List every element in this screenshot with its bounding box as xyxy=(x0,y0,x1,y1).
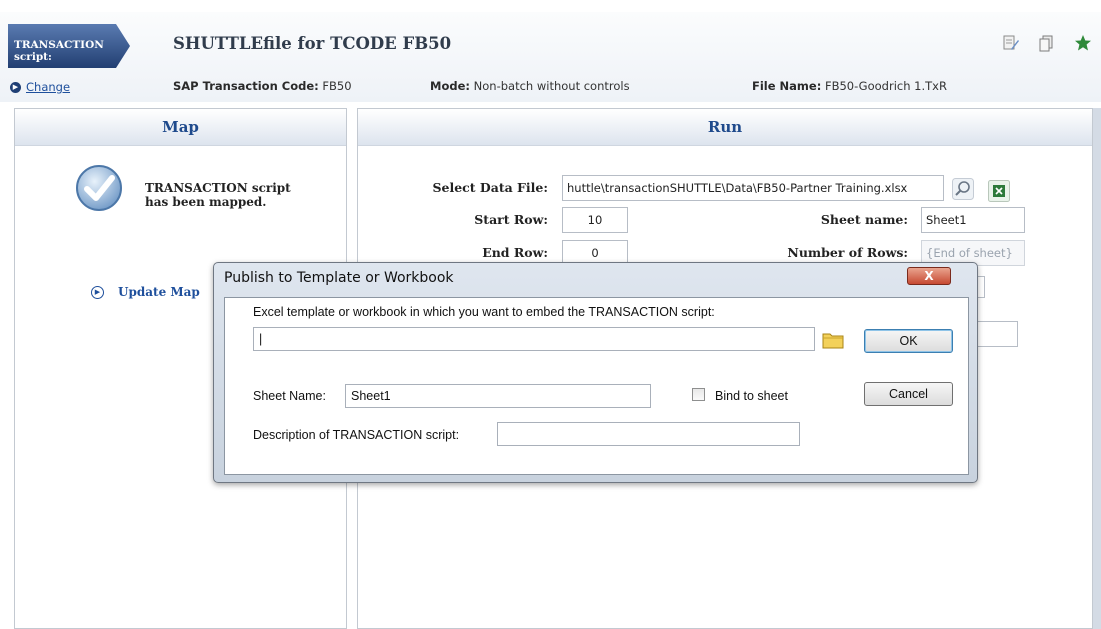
ok-button[interactable]: OK xyxy=(864,329,953,353)
start-row-input[interactable]: 10 xyxy=(562,207,628,233)
change-link[interactable]: Change xyxy=(26,80,70,94)
change-control[interactable]: ▶ Change xyxy=(10,77,70,97)
play-bullet-icon: ▶ xyxy=(10,81,21,93)
excel-icon[interactable] xyxy=(988,180,1010,202)
dialog-body: Excel template or workbook in which you … xyxy=(224,297,969,475)
excel-path-input[interactable]: | xyxy=(253,327,815,351)
update-map-link[interactable]: ▶ Update Map xyxy=(91,285,200,299)
description-label: Description of TRANSACTION script: xyxy=(253,428,460,442)
tcode-info: SAP Transaction Code: FB50 xyxy=(173,79,352,93)
publish-dialog: Publish to Template or Workbook X Excel … xyxy=(213,262,978,483)
copy-icon[interactable] xyxy=(1038,34,1056,52)
header-toolbar xyxy=(1002,34,1092,52)
map-panel-title: Map xyxy=(15,109,346,146)
sheet-name-input[interactable]: Sheet1 xyxy=(921,207,1025,233)
folder-icon[interactable] xyxy=(822,331,844,349)
tcode-label: SAP Transaction Code: xyxy=(173,79,319,93)
sheet-name-label: Sheet Name: xyxy=(253,389,326,403)
star-icon[interactable] xyxy=(1074,34,1092,52)
circle-arrow-icon: ▶ xyxy=(91,285,104,299)
bind-to-sheet-checkbox[interactable] xyxy=(692,388,705,401)
script-tab[interactable]: TRANSACTION script: xyxy=(8,24,130,68)
mode-label: Mode: xyxy=(430,79,470,93)
mode-info: Mode: Non-batch without controls xyxy=(430,79,630,93)
checkmark-icon xyxy=(76,165,122,211)
end-row-label: End Row: xyxy=(482,245,548,260)
select-data-file-label: Select Data File: xyxy=(432,180,548,195)
page-title: SHUTTLEfile for TCODE FB50 xyxy=(173,34,452,53)
description-input[interactable] xyxy=(497,422,800,446)
mapped-status-line2: has been mapped. xyxy=(145,195,267,209)
start-row-label: Start Row: xyxy=(474,212,548,227)
bind-to-sheet-label: Bind to sheet xyxy=(715,389,788,403)
tcode-value: FB50 xyxy=(322,79,352,93)
data-file-input[interactable]: huttle\transactionSHUTTLE\Data\FB50-Part… xyxy=(562,175,944,201)
top-border xyxy=(0,0,1101,12)
update-map-label: Update Map xyxy=(118,285,200,299)
cancel-button[interactable]: Cancel xyxy=(864,382,953,406)
number-of-rows-label: Number of Rows: xyxy=(787,245,908,260)
sheet-name-label: Sheet name: xyxy=(820,212,908,227)
mode-value: Non-batch without controls xyxy=(473,79,630,93)
mapped-status: TRANSACTION script has been mapped. xyxy=(145,181,305,209)
mapped-status-line1: TRANSACTION script xyxy=(145,181,291,195)
file-label: File Name: xyxy=(752,79,822,93)
excel-prompt-label: Excel template or workbook in which you … xyxy=(253,305,715,319)
close-button[interactable]: X xyxy=(907,267,951,285)
file-info: File Name: FB50-Goodrich 1.TxR xyxy=(752,79,947,93)
dialog-title: Publish to Template or Workbook xyxy=(224,270,454,286)
sheet-name-input[interactable]: Sheet1 xyxy=(345,384,651,408)
run-panel-title: Run xyxy=(358,109,1092,146)
script-tab-label: TRANSACTION script: xyxy=(14,39,104,63)
app-header: TRANSACTION script: ▶ Change SHUTTLEfile… xyxy=(0,12,1101,102)
edit-icon[interactable] xyxy=(1002,34,1020,52)
browse-search-icon[interactable] xyxy=(952,178,974,200)
advanced-run-options-tab[interactable] xyxy=(1093,108,1101,629)
file-value: FB50-Goodrich 1.TxR xyxy=(824,79,947,93)
